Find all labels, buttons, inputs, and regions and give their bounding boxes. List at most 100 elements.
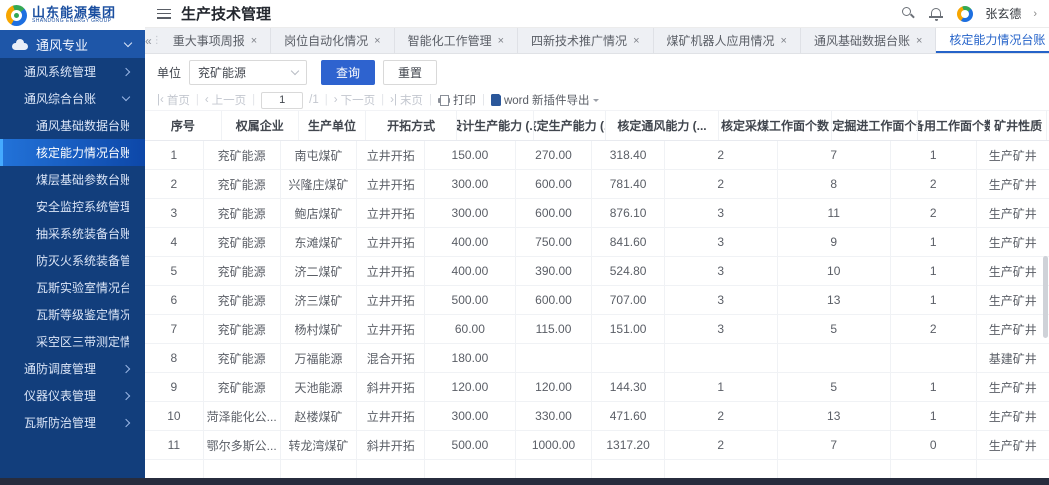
- table-header-cell[interactable]: 设计生产能力 (...: [457, 111, 534, 140]
- tabs-collapse-button[interactable]: «: [145, 28, 152, 53]
- table-row[interactable]: 1 兖矿能源 南屯煤矿 立井开拓 150.00 270.00 318.40 2 …: [145, 141, 1049, 170]
- cell-mine-type: 生产矿井: [977, 431, 1049, 459]
- tab-close-icon[interactable]: ×: [781, 35, 787, 47]
- table-row[interactable]: 9 兖矿能源 天池能源 斜井开拓 120.00 120.00 144.30 1 …: [145, 373, 1049, 402]
- prev-page-button[interactable]: ‹ 上一页: [205, 92, 246, 108]
- tabs-list: 重大事项周报 × 岗位自动化情况 × 智能化工作管理 × 四新技术推广: [160, 28, 1049, 53]
- cell-design-capacity: 300.00: [425, 199, 515, 227]
- page-number-input[interactable]: [261, 92, 303, 109]
- unit-select-value: 兖矿能源: [198, 64, 246, 81]
- reset-button[interactable]: 重置: [383, 60, 437, 85]
- cell-mining-method: 立井开拓: [357, 141, 425, 169]
- table-row[interactable]: 4 兖矿能源 东滩煤矿 立井开拓 400.00 750.00 841.60 3 …: [145, 228, 1049, 257]
- tab[interactable]: 岗位自动化情况 ×: [271, 28, 394, 53]
- tab-close-icon[interactable]: ×: [916, 35, 922, 47]
- table-row[interactable]: 3 兖矿能源 鲍店煤矿 立井开拓 300.00 600.00 876.10 3 …: [145, 199, 1049, 228]
- table-header-cell[interactable]: 权属企业: [222, 111, 299, 140]
- tab[interactable]: 智能化工作管理 ×: [395, 28, 518, 53]
- sidebar-item[interactable]: 瓦斯等级鉴定情况台账: [0, 301, 145, 328]
- cell-mining-method: 斜井开拓: [357, 373, 425, 401]
- cell-mine-type: 生产矿井: [977, 402, 1049, 430]
- last-page-button[interactable]: ›| 末页: [390, 92, 423, 108]
- tab-close-icon[interactable]: ×: [251, 35, 257, 47]
- cell-tunneling-faces: 11: [778, 199, 891, 227]
- tab-close-icon[interactable]: ×: [633, 35, 639, 47]
- cell-approved-capacity: 390.00: [516, 257, 593, 285]
- table-header-cell[interactable]: 矿井性质: [990, 111, 1047, 140]
- sidebar-item[interactable]: 安全监控系统管理: [0, 193, 145, 220]
- divider: |: [381, 94, 384, 106]
- sidebar-item[interactable]: 通风综合台账: [0, 85, 145, 112]
- page-title: 生产技术管理: [181, 3, 891, 24]
- sidebar-item[interactable]: 核定能力情况台账: [0, 139, 145, 166]
- user-name[interactable]: 张玄德: [985, 5, 1021, 22]
- sidebar-item[interactable]: 瓦斯实验室情况台账: [0, 274, 145, 301]
- sidebar-item[interactable]: 通风系统管理: [0, 58, 145, 85]
- cell-ventilation-capacity: 471.60: [592, 402, 664, 430]
- cell-seq: 9: [145, 373, 204, 401]
- table-row[interactable]: 11 鄂尔多斯公... 转龙湾煤矿 斜井开拓 500.00 1000.00 13…: [145, 431, 1049, 460]
- table-row[interactable]: 5 兖矿能源 济二煤矿 立井开拓 400.00 390.00 524.80 3 …: [145, 257, 1049, 286]
- sidebar-item[interactable]: 通风基础数据台账: [0, 112, 145, 139]
- query-button[interactable]: 查询: [321, 60, 375, 85]
- vertical-scrollbar[interactable]: [1043, 256, 1048, 338]
- sidebar-item[interactable]: 采空区三带测定情况台账: [0, 328, 145, 355]
- unit-filter-label: 单位: [157, 64, 181, 81]
- tab-label: 重大事项周报: [173, 32, 245, 49]
- sidebar-item[interactable]: 抽采系统装备台账: [0, 220, 145, 247]
- menu-fold-icon[interactable]: [157, 9, 171, 19]
- cell-approved-capacity: 1000.00: [516, 431, 593, 459]
- unit-select[interactable]: 兖矿能源: [189, 60, 307, 85]
- sidebar-item[interactable]: 煤层基础参数台账: [0, 166, 145, 193]
- table-row[interactable]: 10 菏泽能化公... 赵楼煤矿 立井开拓 300.00 330.00 471.…: [145, 402, 1049, 431]
- table-header-cell[interactable]: 核定掘进工作面个数: [832, 111, 918, 140]
- cell-coal-faces: 1: [665, 373, 778, 401]
- table-row[interactable]: 2 兖矿能源 兴隆庄煤矿 立井开拓 300.00 600.00 781.40 2…: [145, 170, 1049, 199]
- table-row[interactable]: 6 兖矿能源 济三煤矿 立井开拓 500.00 600.00 707.00 3 …: [145, 286, 1049, 315]
- sidebar-item-label: 通风综合台账: [24, 90, 96, 107]
- table-header-cell[interactable]: 生产单位: [299, 111, 367, 140]
- tab[interactable]: 核定能力情况台账 ×: [936, 28, 1049, 53]
- first-page-button[interactable]: |‹ 首页: [157, 92, 190, 108]
- divider: |: [325, 94, 328, 106]
- print-button[interactable]: 打印: [438, 92, 476, 108]
- table-header-cell[interactable]: 核定通风能力 (...: [606, 111, 719, 140]
- next-page-button[interactable]: › 下一页: [334, 92, 375, 108]
- sidebar-item-label: 抽采系统装备台账: [36, 225, 129, 242]
- sidebar-item[interactable]: 瓦斯防治管理: [0, 409, 145, 436]
- tab-close-icon[interactable]: ×: [374, 35, 380, 47]
- pagination-bar: |‹ 首页 | ‹ 上一页 | /1 | › 下一页 | ›|: [145, 90, 1049, 111]
- cell-owner-company: 兖矿能源: [204, 199, 281, 227]
- sidebar-item-label: 瓦斯防治管理: [24, 414, 96, 431]
- table-row[interactable]: 7 兖矿能源 杨村煤矿 立井开拓 60.00 115.00 151.00 3 5…: [145, 315, 1049, 344]
- tab-label: 煤矿机器人应用情况: [667, 32, 775, 49]
- cell-coal-faces: 2: [665, 431, 778, 459]
- cell-owner-company: 兖矿能源: [204, 170, 281, 198]
- sidebar-item[interactable]: 仪器仪表管理: [0, 382, 145, 409]
- tab-close-icon[interactable]: ×: [498, 35, 504, 47]
- cell-owner-company: 兖矿能源: [204, 257, 281, 285]
- cell-approved-capacity: 270.00: [516, 141, 593, 169]
- sidebar-item[interactable]: 防灭火系统装备管理: [0, 247, 145, 274]
- word-export-button[interactable]: word 新插件导出: [491, 92, 599, 108]
- notification-bell-icon[interactable]: [929, 6, 945, 22]
- tab[interactable]: 通风基础数据台账 ×: [801, 28, 936, 53]
- cell-mining-method: 混合开拓: [357, 344, 425, 372]
- table-row[interactable]: 8 兖矿能源 万福能源 混合开拓 180.00 基建矿井: [145, 344, 1049, 373]
- table-header-cell[interactable]: 核定生产能力 (...: [534, 111, 606, 140]
- table-header-cell[interactable]: 核定采煤工作面个数: [719, 111, 832, 140]
- table-header-cell[interactable]: 备用工作面个数: [918, 111, 990, 140]
- sidebar-item[interactable]: 通防调度管理: [0, 355, 145, 382]
- cell-design-capacity: 400.00: [425, 257, 515, 285]
- sidebar-section-ventilation[interactable]: 通风专业: [0, 30, 145, 58]
- tab[interactable]: 煤矿机器人应用情况 ×: [654, 28, 801, 53]
- cell-approved-capacity: 600.00: [516, 199, 593, 227]
- table-header-cell[interactable]: 序号: [145, 111, 222, 140]
- table-header-cell[interactable]: 开拓方式: [366, 111, 456, 140]
- cloud-icon: [12, 39, 28, 50]
- avatar[interactable]: [957, 6, 973, 22]
- search-icon[interactable]: [901, 6, 917, 22]
- content-panel: 单位 兖矿能源 查询 重置 |‹ 首页 | ‹ 上一页 |: [145, 54, 1049, 485]
- tab[interactable]: 四新技术推广情况 ×: [518, 28, 653, 53]
- tab[interactable]: 重大事项周报 ×: [160, 28, 271, 53]
